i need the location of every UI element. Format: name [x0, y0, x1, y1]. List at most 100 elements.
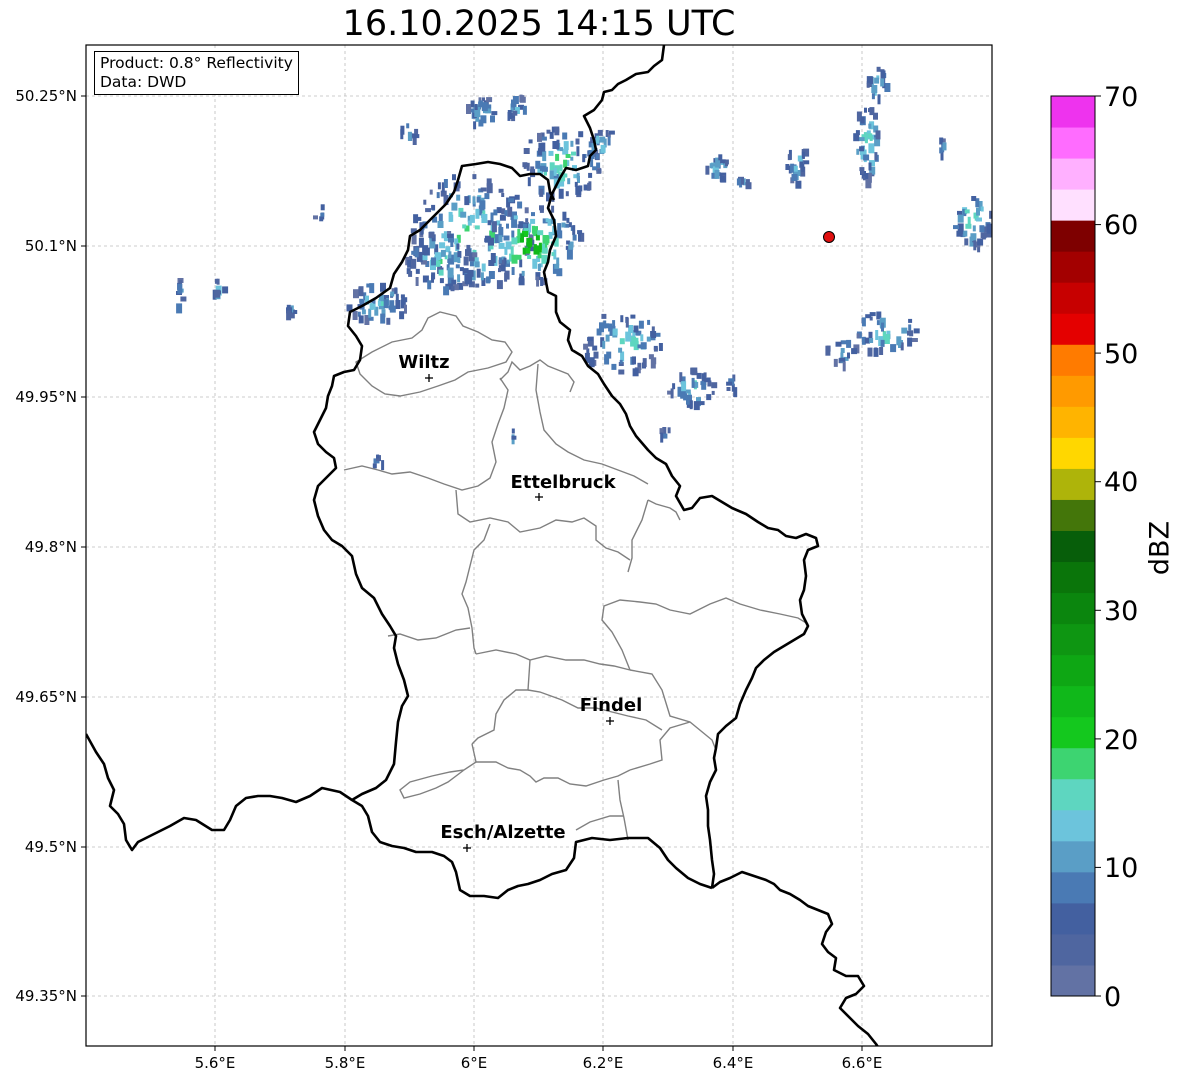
echo-pixel [498, 235, 503, 243]
echo-pixel [964, 209, 970, 214]
city-label-wiltz: Wiltz [398, 352, 449, 373]
echo-pixel [653, 347, 658, 352]
colorbar-tick-label: 0 [1104, 982, 1121, 1013]
echo-pixel [979, 225, 985, 233]
colorbar-segment [1051, 468, 1095, 500]
echo-pixel [464, 196, 470, 206]
echo-pixel [320, 212, 325, 217]
echo-pixel [542, 243, 545, 250]
echo-pixel [376, 454, 380, 459]
echo-pixel [535, 234, 540, 241]
echo-pixel [523, 148, 530, 154]
lat-label: 50.25°N [15, 87, 77, 105]
echo-pixel [425, 208, 432, 213]
echo-pixel [970, 233, 977, 242]
echo-pixel [492, 221, 497, 226]
echo-pixel [539, 207, 544, 213]
echo-pixel [551, 205, 555, 213]
colorbar-segment [1051, 809, 1095, 842]
echo-pixel [511, 267, 515, 275]
echo-pixel [745, 182, 752, 190]
echo-pixel [790, 163, 795, 173]
echo-pixel [650, 358, 656, 369]
echo-pixel [554, 128, 560, 136]
echo-pixel [443, 286, 450, 296]
echo-pixel [474, 225, 480, 230]
echo-pixel [404, 304, 407, 314]
echo-pixel [880, 339, 885, 347]
echo-pixel [981, 235, 986, 240]
echo-pixel [868, 143, 875, 154]
colorbar-segment [1051, 344, 1095, 376]
colorbar-ticks [1095, 95, 1101, 997]
echo-pixel [866, 82, 870, 88]
echo-pixel [868, 162, 872, 171]
echo-pixel [953, 225, 959, 230]
echo-pixel [352, 311, 358, 320]
echo-pixel [880, 70, 886, 79]
echo-pixel [486, 178, 492, 187]
echo-pixel [399, 311, 405, 320]
echo-pixel [801, 163, 805, 172]
echo-pixel [386, 317, 391, 325]
echo-pixel [476, 268, 481, 278]
echo-pixel [967, 216, 971, 226]
echo-pixel [588, 172, 593, 178]
echo-pixel [415, 268, 420, 274]
echo-pixel [642, 358, 647, 368]
echo-pixel [488, 260, 495, 266]
lon-label: 6.4°E [713, 1054, 754, 1072]
echo-pixel [511, 237, 518, 245]
city-label-ettelbruck: Ettelbruck [510, 472, 616, 493]
echo-pixel [496, 207, 502, 214]
longitude-ticks [214, 1046, 863, 1051]
echo-pixel [431, 204, 436, 210]
echo-pixel [390, 291, 395, 297]
echo-pixel [833, 358, 838, 367]
colorbar-segment [1051, 437, 1095, 469]
echo-pixel [549, 131, 554, 139]
echo-pixel [436, 192, 440, 199]
echo-pixel [572, 234, 577, 241]
lat-label: 49.65°N [15, 688, 77, 706]
echo-pixel [575, 138, 580, 145]
echo-pixel [660, 432, 664, 443]
echo-pixel [556, 139, 560, 150]
echo-pixel [896, 336, 902, 346]
echo-pixel [679, 372, 683, 383]
echo-pixel [856, 333, 860, 339]
echo-pixel [525, 218, 529, 223]
echo-pixel [177, 283, 183, 294]
echo-pixel [320, 204, 325, 211]
colorbar-segment [1051, 561, 1095, 594]
echo-pixel [718, 154, 723, 161]
echo-pixel [531, 212, 535, 217]
echo-pixel [611, 363, 617, 370]
echo-pixel [498, 223, 502, 234]
echo-pixel [612, 328, 618, 336]
echo-pixel [456, 194, 461, 201]
canton-boundaries [343, 311, 809, 841]
echo-pixel [537, 230, 544, 236]
echo-pixel [498, 242, 505, 249]
echo-pixel [633, 325, 639, 333]
echo-pixel [535, 245, 542, 253]
echo-pixel [313, 215, 318, 220]
echo-pixel [873, 347, 879, 357]
echo-pixel [863, 154, 870, 161]
echo-pixel [359, 298, 364, 303]
colorbar-segment [1051, 251, 1095, 283]
echo-pixel [481, 263, 486, 272]
product-info-box: Product: 0.8° Reflectivity Data: DWD [94, 51, 299, 95]
echo-pixel [511, 435, 517, 440]
colorbar-segment [1051, 220, 1095, 252]
echo-pixel [557, 223, 562, 232]
echo-pixel [522, 162, 528, 168]
echo-pixel [475, 208, 480, 219]
country-borders [86, 45, 879, 1046]
echo-pixel [582, 154, 586, 163]
echo-pixel [465, 249, 471, 257]
echo-pixel [858, 137, 865, 142]
echo-pixel [563, 159, 568, 168]
echo-pixel [733, 387, 738, 398]
